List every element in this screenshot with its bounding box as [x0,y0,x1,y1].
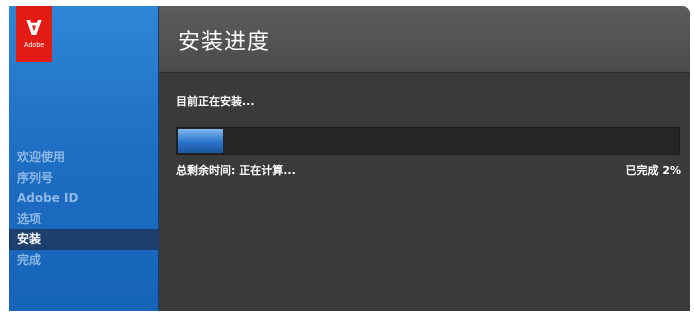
sidebar-item-welcome: 欢迎使用 [17,150,66,164]
sidebar: Ɐ Adobe 欢迎使用 序列号 Adobe ID 选项 安装 完成 [9,6,159,311]
percent-complete-label: 已完成 2% [625,164,681,177]
install-progress-bar [176,127,680,155]
adobe-logo-text: Adobe [23,42,45,49]
sidebar-item-adobe-id: Adobe ID [17,191,79,205]
page-header: 安装进度 [159,6,690,73]
sidebar-item-install: 安装 [9,229,158,250]
adobe-logo-icon: Ɐ Adobe [16,6,52,62]
install-status-text: 目前正在安装... [176,95,255,108]
installer-window: Ɐ Adobe 欢迎使用 序列号 Adobe ID 选项 安装 完成 安装进度 … [9,6,690,311]
time-remaining-label: 总剩余时间: 正在计算... [176,164,296,177]
sidebar-nav: 欢迎使用 序列号 Adobe ID 选项 安装 完成 [9,147,158,270]
main-content: 目前正在安装... 总剩余时间: 正在计算... 已完成 2% [159,73,690,311]
install-progress-fill [178,129,223,153]
sidebar-item-finish: 完成 [17,252,42,267]
sidebar-item-serial-number: 序列号 [17,170,54,185]
sidebar-item-options: 选项 [17,211,42,226]
adobe-logo-mark: Ɐ [26,16,42,40]
page-title: 安装进度 [178,30,271,55]
